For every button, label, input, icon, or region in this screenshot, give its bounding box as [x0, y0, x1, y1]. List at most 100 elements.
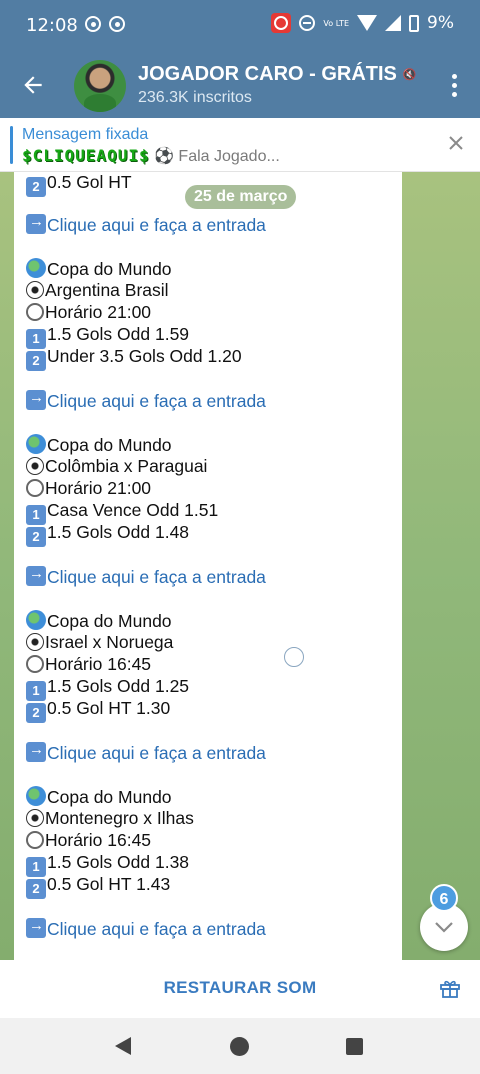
message-line: 2 Under 3.5 Gols Odd 1.20 [26, 346, 242, 371]
soccer-ball-icon [26, 281, 44, 299]
entry-link[interactable]: Clique aqui e faça a entrada [26, 213, 266, 236]
status-right: Vo LTE 9% [271, 13, 454, 33]
soccer-ball-icon [26, 809, 44, 827]
subscriber-count: 236.3K inscritos [138, 89, 252, 106]
notification-icon [85, 16, 101, 32]
message-text: Horário 16:45 [45, 654, 152, 674]
message-line: Montenegro x Ilhas [26, 808, 194, 829]
message-text: Montenegro x Ilhas [45, 808, 194, 828]
wifi-icon [357, 15, 378, 31]
do-not-disturb-icon [299, 15, 316, 31]
keycap-2-icon: 2 [26, 703, 46, 723]
keycap-2-icon: 2 [26, 527, 46, 547]
message-line: 2 0.5 Gol HT [26, 172, 132, 197]
chat-area[interactable]: 20.5 Gol HTClique aqui e faça a entradaC… [0, 172, 480, 960]
soccer-ball-icon [26, 457, 44, 475]
message-line: Horário 16:45 [26, 654, 151, 675]
message-line: Copa do Mundo [26, 610, 172, 632]
arrow-left-icon[interactable] [20, 72, 46, 98]
signal-icon [385, 15, 402, 31]
stopwatch-icon [26, 479, 44, 497]
keycap-2-icon: 2 [26, 177, 46, 197]
message-text: 1.5 Gols Odd 1.59 [47, 324, 190, 344]
globe-icon [26, 610, 46, 630]
message-line: Horário 16:45 [26, 830, 151, 851]
pinned-label: Mensagem fixada [22, 126, 149, 143]
chevron-down-icon [435, 922, 453, 933]
message-line: Copa do Mundo [26, 258, 172, 280]
message-text: Horário 21:00 [45, 302, 152, 322]
message-line: 2 0.5 Gol HT 1.43 [26, 874, 170, 899]
soccer-ball-icon [26, 633, 44, 651]
keycap-2-icon: 2 [26, 351, 46, 371]
message-text: 0.5 Gol HT 1.30 [47, 698, 171, 718]
pinned-highlight: $CLIQUEAQUI$ [22, 146, 150, 165]
arrow-right-icon [26, 741, 46, 762]
message-line: Horário 21:00 [26, 302, 151, 323]
message-text: 1.5 Gols Odd 1.48 [47, 522, 190, 542]
volte-indicator: Vo LTE [323, 18, 350, 28]
entry-link-text[interactable]: Clique aqui e faça a entrada [47, 919, 266, 939]
message-text: Copa do Mundo [47, 435, 172, 455]
pinned-indicator [10, 126, 13, 164]
message-text: Copa do Mundo [47, 611, 172, 631]
gift-icon[interactable] [438, 976, 462, 1000]
stopwatch-icon [26, 831, 44, 849]
notification-icon [109, 16, 125, 32]
battery-level: 9% [427, 13, 454, 33]
message-text: Under 3.5 Gols Odd 1.20 [47, 346, 242, 366]
entry-link-text[interactable]: Clique aqui e faça a entrada [47, 743, 266, 763]
entry-link-text[interactable]: Clique aqui e faça a entrada [47, 215, 266, 235]
nav-home-icon[interactable] [230, 1037, 249, 1056]
message-line: Copa do Mundo [26, 434, 172, 456]
channel-title[interactable]: JOGADOR CARO - GRÁTIS 🔇 [138, 63, 428, 86]
arrow-right-icon [26, 565, 46, 586]
system-nav-bar [0, 1018, 480, 1074]
notification-icons [85, 16, 125, 32]
keycap-2-icon: 2 [26, 879, 46, 899]
entry-link[interactable]: Clique aqui e faça a entrada [26, 565, 266, 588]
nav-recents-icon[interactable] [346, 1038, 363, 1055]
entry-link[interactable]: Clique aqui e faça a entrada [26, 917, 266, 940]
message-text: 0.5 Gol HT [47, 172, 132, 192]
status-time: 12:08 [26, 15, 78, 36]
message-text: Horário 16:45 [45, 830, 152, 850]
message-line: Colômbia x Paraguai [26, 456, 207, 477]
message-text: Colômbia x Paraguai [45, 456, 208, 476]
entry-link-text[interactable]: Clique aqui e faça a entrada [47, 391, 266, 411]
message-text: Israel x Noruega [45, 632, 174, 652]
bottom-bar: RESTAURAR SOM [0, 960, 480, 1018]
arrow-right-icon [26, 389, 46, 410]
message-text: Copa do Mundo [47, 259, 172, 279]
pinned-preview-text: ⚽ Fala Jogado... [154, 148, 280, 165]
message-line: 2 1.5 Gols Odd 1.48 [26, 522, 189, 547]
message-text: 1.5 Gols Odd 1.38 [47, 852, 190, 872]
entry-link[interactable]: Clique aqui e faça a entrada [26, 389, 266, 412]
status-bar: 12:08 Vo LTE 9% [0, 0, 480, 52]
globe-icon [26, 786, 46, 806]
arrow-right-icon [26, 917, 46, 938]
nav-back-icon[interactable] [115, 1037, 131, 1055]
loading-spinner-icon [284, 647, 304, 667]
app-bar: JOGADOR CARO - GRÁTIS 🔇 236.3K inscritos [0, 52, 480, 118]
message-line: Copa do Mundo [26, 786, 172, 808]
entry-link-text[interactable]: Clique aqui e faça a entrada [47, 567, 266, 587]
message-line: Argentina Brasil [26, 280, 169, 301]
arrow-right-icon [26, 213, 46, 234]
globe-icon [26, 434, 46, 454]
screen-record-icon [271, 13, 292, 33]
more-vert-icon[interactable] [452, 74, 458, 97]
stopwatch-icon [26, 655, 44, 673]
close-icon[interactable] [448, 135, 464, 151]
message-text: Casa Vence Odd 1.51 [47, 500, 219, 520]
muted-icon: 🔇 [402, 69, 417, 82]
restore-sound-button[interactable]: RESTAURAR SOM [0, 978, 480, 998]
entry-link[interactable]: Clique aqui e faça a entrada [26, 741, 266, 764]
pinned-message[interactable]: Mensagem fixada $CLIQUEAQUI$ ⚽ Fala Joga… [0, 118, 480, 172]
channel-name: JOGADOR CARO - GRÁTIS [138, 63, 397, 85]
message-text: Copa do Mundo [47, 787, 172, 807]
message-text: Argentina Brasil [45, 280, 169, 300]
channel-avatar[interactable] [74, 60, 126, 112]
message-text: Horário 21:00 [45, 478, 152, 498]
pinned-preview: $CLIQUEAQUI$ ⚽ Fala Jogado... [22, 146, 280, 166]
